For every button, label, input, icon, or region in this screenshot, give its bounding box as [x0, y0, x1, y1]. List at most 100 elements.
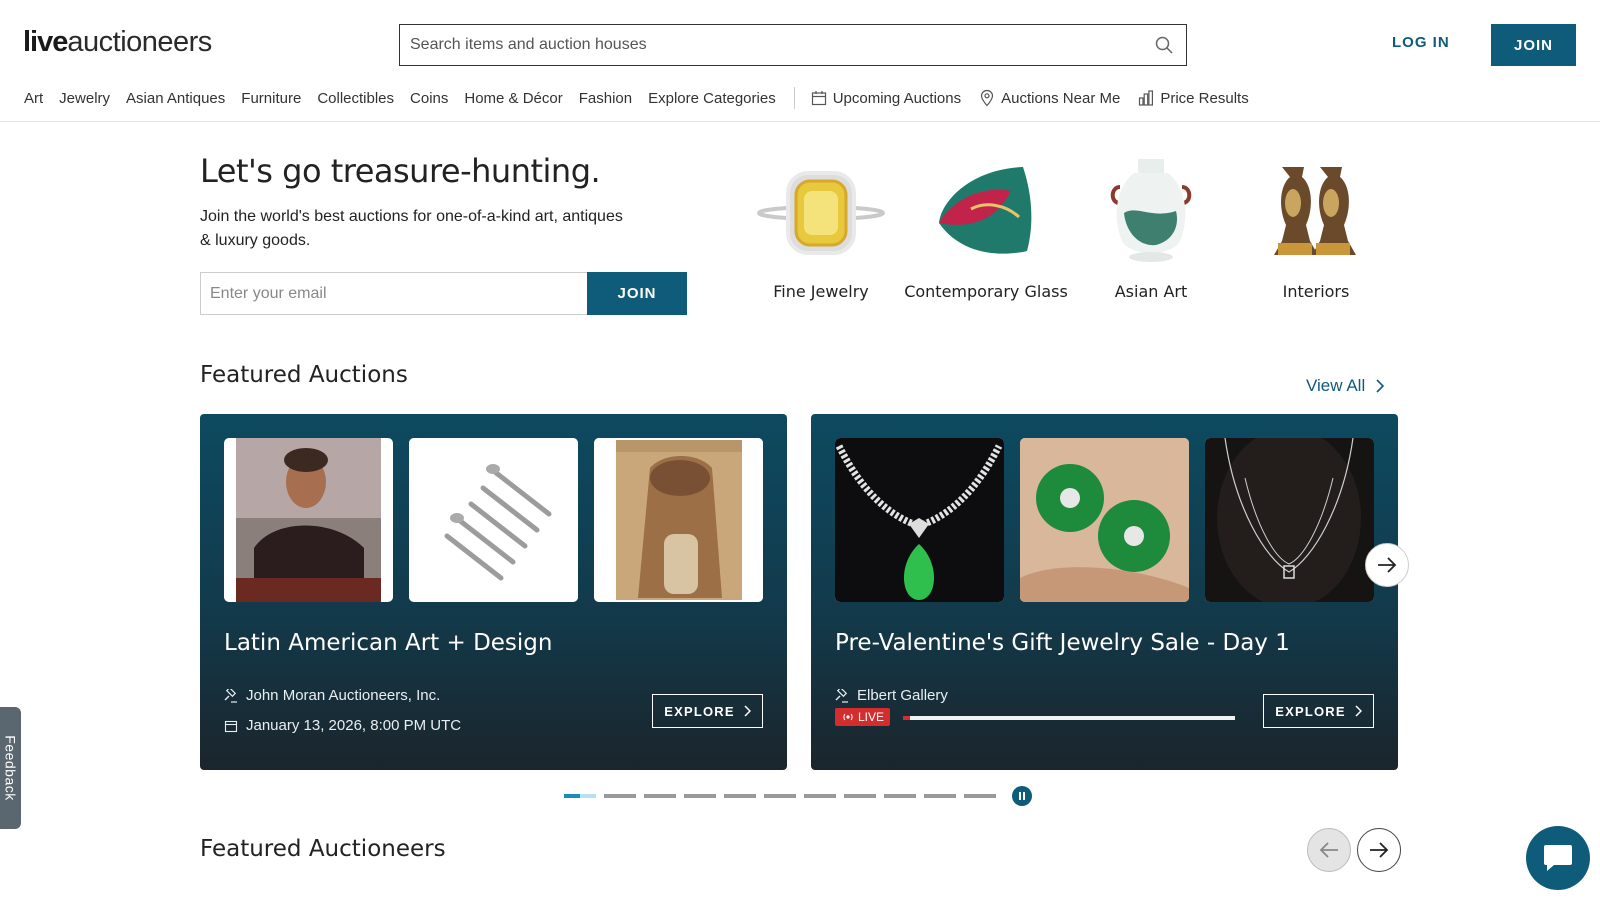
lot-image-portrait[interactable]	[224, 438, 393, 602]
search-bar	[399, 24, 1187, 66]
featured-auctions-title: Featured Auctions	[200, 362, 408, 388]
fine-jewelry-image	[736, 152, 906, 270]
site-header: liveauctioneers LOG IN JOIN Art Jewelry …	[0, 0, 1600, 122]
interiors-image	[1231, 152, 1401, 270]
chevron-right-icon	[1355, 705, 1362, 717]
auction-date: January 13, 2026, 8:00 PM UTC	[224, 717, 461, 734]
chat-button[interactable]	[1526, 826, 1590, 890]
arrow-left-icon	[1319, 842, 1338, 858]
nav-collectibles[interactable]: Collectibles	[317, 90, 394, 107]
nav-jewelry[interactable]: Jewelry	[59, 90, 110, 107]
nav-auctions-near-me[interactable]: Auctions Near Me	[979, 89, 1120, 107]
logo[interactable]: liveauctioneers	[23, 26, 212, 59]
auction-house[interactable]: John Moran Auctioneers, Inc.	[224, 687, 440, 704]
carousel-dot[interactable]	[924, 794, 956, 798]
category-asian-art[interactable]: Asian Art	[1066, 152, 1236, 301]
carousel-dot[interactable]	[724, 794, 756, 798]
carousel-pagination	[564, 786, 1032, 806]
carousel-dot[interactable]	[804, 794, 836, 798]
nav-price-results-label: Price Results	[1160, 89, 1249, 107]
login-button[interactable]: LOG IN	[1392, 34, 1450, 51]
live-progress-bar	[903, 716, 1235, 720]
lot-image-newspaper-art[interactable]	[594, 438, 763, 602]
auctioneers-next-button[interactable]	[1357, 828, 1401, 872]
calendar-icon	[811, 91, 826, 106]
feedback-label: Feedback	[2, 735, 19, 801]
gavel-icon	[224, 688, 237, 703]
carousel-next-button[interactable]	[1365, 543, 1409, 587]
live-progress-fill	[903, 716, 910, 720]
live-badge: LIVE	[835, 708, 891, 726]
nav-near-me-label: Auctions Near Me	[1001, 89, 1121, 107]
logo-bold-text: live	[23, 26, 68, 58]
nav-explore-categories[interactable]: Explore Categories	[648, 90, 776, 107]
explore-button[interactable]: EXPLORE	[652, 694, 763, 728]
live-label: LIVE	[858, 710, 885, 724]
pause-icon	[1019, 792, 1025, 800]
hero-subtitle: Join the world's best auctions for one-o…	[200, 208, 623, 249]
join-button[interactable]: JOIN	[1491, 24, 1576, 66]
nav-fashion[interactable]: Fashion	[579, 90, 632, 107]
contemporary-glass-image	[901, 152, 1071, 270]
auction-card[interactable]: Pre-Valentine's Gift Jewelry Sale - Day …	[811, 414, 1398, 770]
auction-date-label: January 13, 2026, 8:00 PM UTC	[246, 717, 462, 734]
lot-image-diamond-necklace[interactable]	[1205, 438, 1374, 602]
arrow-right-icon	[1378, 557, 1397, 573]
asian-art-image	[1066, 152, 1236, 270]
explore-label: EXPLORE	[1275, 703, 1346, 719]
search-input[interactable]	[410, 36, 1130, 54]
nav-upcoming-auctions[interactable]: Upcoming Auctions	[811, 90, 961, 107]
calendar-icon	[224, 720, 238, 732]
carousel-dot[interactable]	[684, 794, 716, 798]
view-all-link[interactable]: View All	[1306, 376, 1389, 396]
explore-button[interactable]: EXPLORE	[1263, 694, 1374, 728]
category-contemporary-glass[interactable]: Contemporary Glass	[901, 152, 1071, 301]
hero-join-button[interactable]: JOIN	[587, 272, 687, 315]
view-all-label: View All	[1306, 376, 1366, 395]
category-interiors[interactable]: Interiors	[1231, 152, 1401, 301]
hero-title: Let's go treasure-hunting.	[200, 152, 601, 190]
category-label: Asian Art	[1114, 282, 1188, 301]
featured-auctioneers-title: Featured Auctioneers	[200, 836, 446, 862]
nav-furniture[interactable]: Furniture	[241, 90, 301, 107]
nav-coins[interactable]: Coins	[410, 90, 448, 107]
nav-asian-antiques[interactable]: Asian Antiques	[126, 90, 225, 107]
lot-image-flatware[interactable]	[409, 438, 578, 602]
lot-image-emerald-necklace[interactable]	[835, 438, 1004, 602]
feedback-tab[interactable]: Feedback	[0, 707, 21, 829]
chevron-right-icon	[1376, 379, 1385, 393]
carousel-dot[interactable]	[564, 794, 596, 798]
auction-title[interactable]: Latin American Art + Design	[224, 630, 552, 656]
explore-label: EXPLORE	[664, 703, 735, 719]
carousel-dot[interactable]	[764, 794, 796, 798]
broadcast-icon	[843, 713, 853, 721]
gavel-icon	[835, 688, 848, 703]
chat-bubble-icon	[1544, 845, 1572, 871]
category-nav: Art Jewelry Asian Antiques Furniture Col…	[24, 87, 1267, 109]
category-label: Contemporary Glass	[904, 282, 1068, 301]
auctioneers-prev-button[interactable]	[1307, 828, 1351, 872]
category-label: Fine Jewelry	[773, 282, 869, 301]
carousel-dot[interactable]	[604, 794, 636, 798]
logo-light-text: auctioneers	[67, 26, 212, 58]
nav-home-decor[interactable]: Home & Décor	[464, 90, 562, 107]
auction-house[interactable]: Elbert Gallery	[835, 687, 948, 704]
carousel-dot[interactable]	[884, 794, 916, 798]
carousel-dot[interactable]	[644, 794, 676, 798]
carousel-pause-button[interactable]	[1012, 786, 1032, 806]
auction-title[interactable]: Pre-Valentine's Gift Jewelry Sale - Day …	[835, 630, 1290, 656]
lot-image-emerald-earrings[interactable]	[1020, 438, 1189, 602]
category-fine-jewelry[interactable]: Fine Jewelry	[736, 152, 906, 301]
auction-house-label: John Moran Auctioneers, Inc.	[246, 687, 441, 704]
carousel-dot[interactable]	[844, 794, 876, 798]
auction-house-label: Elbert Gallery	[857, 687, 948, 704]
arrow-right-icon	[1370, 842, 1389, 858]
search-icon[interactable]	[1154, 35, 1174, 55]
auction-card[interactable]: Latin American Art + Design John Moran A…	[200, 414, 787, 770]
category-label: Interiors	[1282, 282, 1350, 301]
nav-art[interactable]: Art	[24, 90, 43, 107]
carousel-dot[interactable]	[964, 794, 996, 798]
email-field[interactable]	[200, 272, 588, 315]
nav-price-results[interactable]: Price Results	[1138, 89, 1249, 107]
chevron-right-icon	[744, 705, 751, 717]
